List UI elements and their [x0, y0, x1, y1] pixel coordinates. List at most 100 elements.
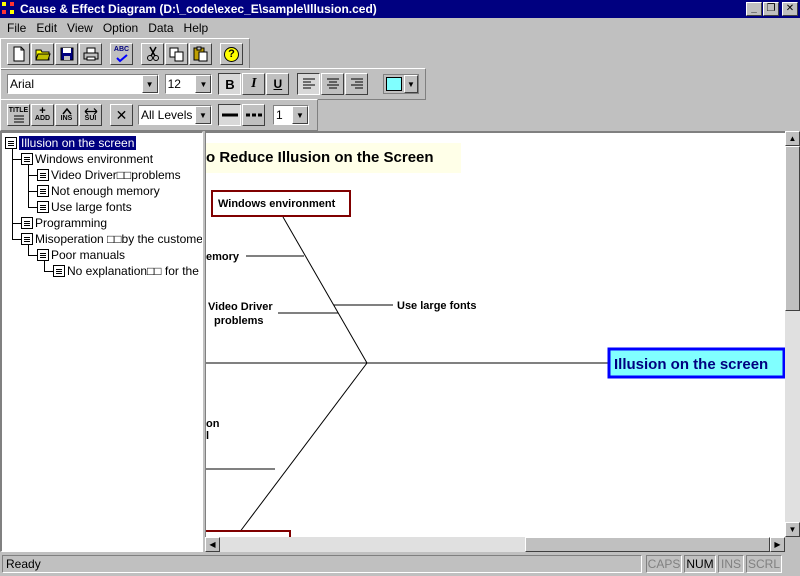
scissors-icon — [146, 46, 159, 61]
delete-button[interactable]: ✕ — [110, 104, 133, 126]
menu-view[interactable]: View — [62, 21, 98, 35]
color-swatch — [386, 77, 402, 91]
solid-line-button[interactable] — [218, 104, 241, 126]
swap-button-label: SUI — [84, 114, 97, 122]
paste-button[interactable] — [189, 43, 212, 65]
minimize-button[interactable]: _ — [746, 2, 762, 16]
chevron-right-icon: ▶ — [774, 540, 781, 549]
underline-icon: U — [273, 77, 283, 91]
cause-label-video-2: problems — [214, 315, 264, 327]
add-button[interactable]: + ADD — [31, 104, 54, 126]
title-button-label: TITLE — [8, 107, 29, 114]
plus-icon: + — [39, 105, 46, 117]
new-file-icon — [13, 46, 24, 62]
scroll-right-button[interactable]: ▶ — [770, 537, 785, 552]
new-file-button[interactable] — [7, 43, 30, 65]
app-icon[interactable] — [2, 2, 16, 16]
node-icon — [37, 249, 49, 261]
copy-button[interactable] — [165, 43, 188, 65]
tree-node[interactable]: Programming — [21, 215, 107, 231]
open-folder-button[interactable] — [31, 43, 54, 65]
menu-file[interactable]: File — [2, 21, 31, 35]
font-size-select[interactable]: 12 ▼ — [164, 74, 213, 94]
scroll-up-button[interactable]: ▲ — [785, 131, 800, 146]
standard-toolbar: ABC ? — [0, 38, 250, 70]
line-width-select[interactable]: 1 ▼ — [273, 105, 309, 125]
effect-label: Illusion on the screen — [614, 356, 768, 373]
scroll-left-button[interactable]: ◀ — [205, 537, 220, 552]
title-button[interactable]: TITLE — [7, 104, 30, 126]
tree-node-label: No explanation□□ for the — [67, 264, 199, 278]
save-button[interactable] — [55, 43, 78, 65]
node-icon — [21, 233, 33, 245]
align-right-icon — [350, 78, 363, 89]
underline-button[interactable]: U — [266, 73, 290, 95]
line-width-value: 1 — [276, 108, 283, 122]
node-icon — [37, 185, 49, 197]
tree-node[interactable]: Not enough memory — [37, 183, 160, 199]
italic-button[interactable]: I — [242, 73, 266, 95]
tree-node[interactable]: Poor manuals — [37, 247, 125, 263]
scroll-down-button[interactable]: ▼ — [785, 522, 800, 537]
category-bone-top — [282, 216, 368, 364]
chevron-down-icon[interactable]: ▼ — [195, 75, 212, 93]
diagram-canvas[interactable]: o Reduce Illusion on the Screen Windows … — [205, 131, 785, 537]
tree-node-label: Use large fonts — [51, 200, 132, 214]
delete-icon: ✕ — [115, 106, 128, 123]
paste-icon — [193, 46, 207, 62]
horizontal-scrollbar[interactable]: ◀ ▶ — [205, 537, 785, 552]
bold-button[interactable]: B — [218, 73, 242, 95]
solid-line-icon — [221, 113, 238, 117]
chevron-down-icon[interactable]: ▼ — [403, 75, 418, 93]
vertical-scrollbar[interactable]: ▲ ▼ — [785, 131, 800, 537]
tree-node[interactable]: Use large fonts — [37, 199, 132, 215]
align-right-button[interactable] — [345, 73, 369, 95]
tree-node-label: Video Driver□□problems — [51, 168, 181, 182]
chevron-down-icon[interactable]: ▼ — [292, 106, 308, 124]
tree-node[interactable]: Video Driver□□problems — [37, 167, 181, 183]
cause-label-partial-1: on — [206, 418, 220, 430]
num-indicator: NUM — [684, 555, 716, 573]
align-center-button[interactable] — [321, 73, 345, 95]
tree-node-root[interactable]: Illusion on the screen — [5, 135, 137, 151]
caps-indicator: CAPS — [646, 555, 682, 573]
levels-select[interactable]: All Levels ▼ — [138, 105, 212, 125]
font-name-select[interactable]: Arial ▼ — [7, 74, 159, 94]
help-button[interactable]: ? — [220, 43, 243, 65]
title-bar: Cause & Effect Diagram (D:\_code\exec_E\… — [0, 0, 800, 18]
fishbone-diagram: o Reduce Illusion on the Screen Windows … — [206, 143, 785, 537]
tree-node[interactable]: No explanation□□ for the — [53, 263, 199, 279]
tree-node[interactable]: Windows environment — [21, 151, 153, 167]
outline-tree[interactable]: Illusion on the screen Windows environme… — [0, 131, 203, 552]
insert-button[interactable]: INS — [55, 104, 78, 126]
diagram-toolbar: TITLE + ADD INS SUI ✕ All Levels ▼ 1 ▼ — [0, 99, 318, 131]
align-left-button[interactable] — [297, 73, 321, 95]
chevron-up-icon: ▲ — [788, 134, 797, 143]
diagram-title: o Reduce Illusion on the Screen — [206, 149, 434, 166]
tree-connector — [28, 165, 29, 208]
print-button[interactable] — [79, 43, 102, 65]
node-icon — [37, 201, 49, 213]
spell-check-label: ABC — [113, 45, 130, 53]
italic-icon: I — [251, 76, 257, 91]
swap-button[interactable]: SUI — [79, 104, 102, 126]
chevron-down-icon[interactable]: ▼ — [141, 75, 158, 93]
fill-color-picker[interactable]: ▼ — [383, 74, 419, 94]
dashed-line-button[interactable] — [242, 104, 265, 126]
menu-data[interactable]: Data — [143, 21, 178, 35]
spell-check-button[interactable]: ABC — [110, 43, 133, 65]
open-folder-icon — [34, 49, 51, 61]
tree-node[interactable]: Misoperation □□by the customer — [21, 231, 202, 247]
copy-icon — [169, 47, 183, 61]
chevron-down-icon[interactable]: ▼ — [195, 106, 211, 124]
restore-button[interactable]: ❐ — [763, 2, 779, 16]
menu-option[interactable]: Option — [98, 21, 143, 35]
cut-button[interactable] — [141, 43, 164, 65]
cause-label-video-1: Video Driver — [208, 301, 273, 313]
vertical-scroll-thumb[interactable] — [785, 146, 800, 311]
menu-help[interactable]: Help — [179, 21, 214, 35]
horizontal-scroll-thumb[interactable] — [525, 537, 770, 552]
close-button[interactable]: ✕ — [782, 2, 798, 16]
category-bone-bottom — [238, 362, 368, 534]
menu-edit[interactable]: Edit — [31, 21, 62, 35]
